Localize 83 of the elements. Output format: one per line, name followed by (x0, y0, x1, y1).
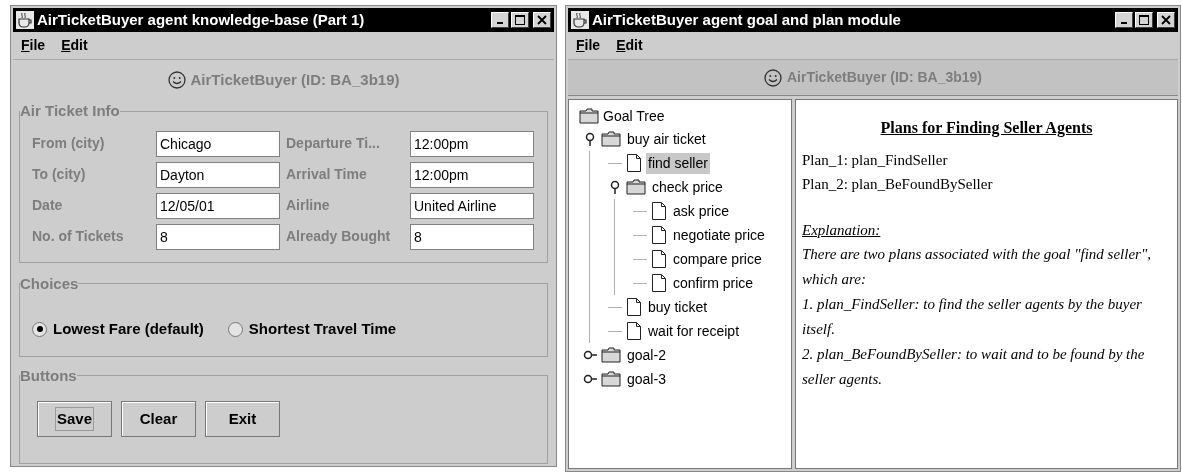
document-icon (651, 225, 667, 245)
group-legend: Choices (20, 272, 79, 295)
smiley-icon (764, 68, 782, 87)
text-field[interactable]: Dayton (156, 161, 280, 188)
folder-icon (579, 108, 599, 124)
tree-item[interactable]: compare price (671, 248, 764, 270)
menu-item[interactable]: File (21, 35, 46, 56)
tree-item[interactable]: buy air ticket (625, 128, 708, 150)
text-field[interactable]: 12:00pm (410, 161, 534, 188)
explanation-text: There are two plans associated with the goal "find seller", which are: (802, 245, 1152, 289)
plan-heading: Plans for Finding Seller Agents (880, 118, 1093, 139)
text-field[interactable]: 12:00pm (410, 130, 534, 157)
document-icon (651, 273, 667, 293)
document-icon (651, 249, 667, 269)
tree-item[interactable]: wait for receipt (646, 320, 742, 342)
maximize-icon (515, 15, 525, 25)
tree-item[interactable]: confirm price (671, 272, 756, 294)
minimize-button[interactable] (1115, 12, 1133, 28)
tree-item[interactable]: negotiate price (671, 224, 767, 246)
tree-item[interactable]: goal-2 (625, 344, 668, 366)
plan-line: Plan_2: plan_BeFoundBySeller (802, 175, 994, 194)
group-legend: Air Ticket Info (20, 100, 120, 123)
close-button[interactable] (1157, 12, 1175, 28)
text-field[interactable]: 12/05/01 (156, 192, 280, 219)
field-label: Already Bought (286, 227, 392, 246)
document-icon (651, 201, 667, 221)
tree-item[interactable]: goal-3 (625, 368, 668, 390)
folder-icon (601, 347, 621, 363)
tree-item[interactable]: check price (650, 176, 725, 198)
document-icon (626, 297, 642, 317)
field-label: From (city) (32, 134, 106, 153)
field-label: Departure Ti... (286, 134, 381, 153)
explanation-text: 2. plan_BeFoundBySeller: to wait and to be found by the seller agents. (802, 345, 1146, 389)
explanation-text: 1. plan_FindSeller: to find the seller agents by the buyer itself. (802, 295, 1143, 339)
radio-button[interactable] (227, 321, 243, 337)
maximize-button[interactable] (511, 12, 529, 28)
folder-icon (601, 131, 621, 147)
field-label: Arrival Time (286, 165, 368, 184)
coffee-cup-icon (571, 11, 589, 29)
close-icon (1161, 15, 1171, 25)
field-label: Airline (286, 196, 331, 215)
field-label: Date (32, 196, 64, 215)
radio-label[interactable]: Lowest Fare (default) (53, 317, 204, 341)
maximize-button[interactable] (1135, 12, 1153, 28)
radio-label[interactable]: Shortest Travel Time (248, 317, 397, 341)
explanation-heading: Explanation: (802, 222, 881, 238)
text-field[interactable]: Chicago (156, 130, 280, 157)
menu-item[interactable]: File (576, 35, 601, 56)
agent-name: AirTicketBuyer (ID: BA_3b19) (787, 68, 982, 87)
plan-line: Plan_1: plan_FindSeller (802, 151, 949, 170)
tree-item[interactable]: ask price (671, 200, 732, 222)
radio-button[interactable] (32, 321, 47, 337)
folder-icon (601, 371, 621, 387)
window-title: AirTicketBuyer agent knowledge-base (Part 1) (37, 9, 365, 30)
maximize-icon (1139, 15, 1149, 25)
tree-root[interactable]: Goal Tree (603, 105, 665, 127)
collapsed-handle-icon[interactable] (583, 372, 597, 386)
tree-item[interactable]: find seller (646, 152, 710, 174)
collapsed-handle-icon[interactable] (583, 348, 597, 362)
menu-item[interactable]: Edit (61, 35, 88, 56)
field-label: No. of Tickets (32, 227, 125, 246)
expanded-handle-icon[interactable] (608, 180, 622, 194)
text-field[interactable]: United Airline (410, 192, 534, 219)
expanded-handle-icon[interactable] (583, 132, 597, 146)
window-title: AirTicketBuyer agent goal and plan module (592, 9, 901, 30)
smiley-icon (167, 71, 186, 89)
agent-name: AirTicketBuyer (ID: BA_3b19) (190, 69, 400, 90)
group-legend: Buttons (20, 364, 77, 387)
text-field[interactable]: 8 (156, 223, 280, 250)
minimize-button[interactable] (491, 12, 509, 28)
push-button[interactable]: Clear (121, 401, 196, 437)
close-button[interactable] (533, 12, 551, 28)
push-button[interactable]: Exit (205, 401, 280, 437)
close-icon (537, 15, 547, 25)
folder-icon (626, 179, 646, 195)
document-icon (626, 321, 642, 341)
text-field[interactable]: 8 (410, 223, 534, 250)
coffee-cup-icon (16, 11, 34, 29)
menu-item[interactable]: Edit (616, 35, 643, 56)
tree-item[interactable]: buy ticket (646, 296, 710, 318)
field-label: To (city) (32, 165, 87, 184)
document-icon (626, 153, 642, 173)
push-button[interactable]: Save (37, 401, 112, 437)
